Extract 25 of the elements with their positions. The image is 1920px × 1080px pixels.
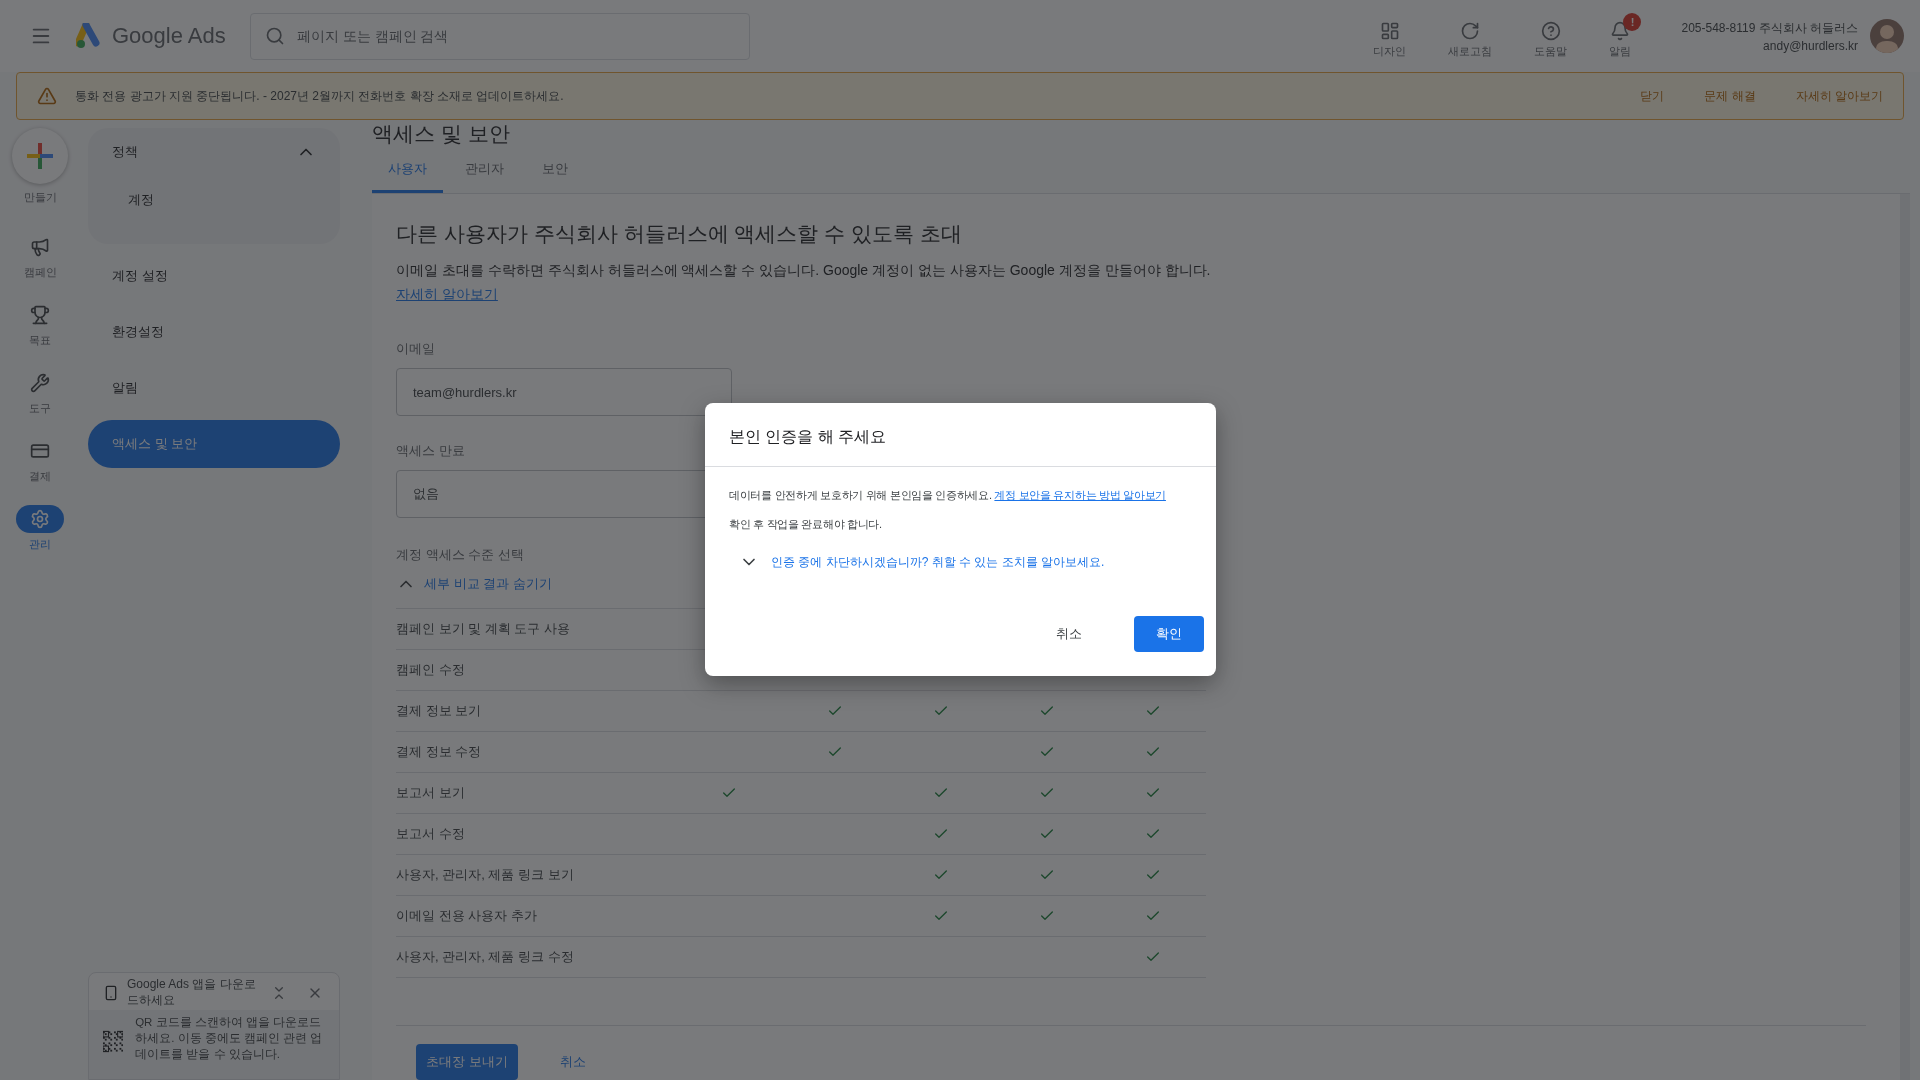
permission-label: 캠페인 보기 및 계획 도구 사용 (396, 620, 572, 638)
permission-label: 결제 정보 수정 (396, 743, 483, 761)
dialog-title: 본인 인증을 해 주세요 (705, 403, 1216, 467)
permission-label: 보고서 보기 (396, 784, 466, 802)
field-label: 이메일 (396, 340, 435, 358)
promo-title: Google Ads 앱을 다운로드하세요 (127, 977, 257, 1009)
permission-label: 사용자, 관리자, 제품 링크 보기 (396, 866, 575, 884)
section-heading: 다른 사용자가 주식회사 허들러스에 액세스할 수 있도록 초대 (396, 221, 963, 247)
account-name: 205-548-8119 주식회사 허들러스 (1681, 19, 1858, 37)
description: 이메일 초대를 수락하면 주식회사 허들러스에 액세스할 수 있습니다. Google 계정이 없는 사용자는 Google 계정을 만들어야 합니다. (396, 262, 1212, 280)
notification-badge: ! (1623, 13, 1642, 31)
dialog-note: 확인 후 작업을 완료해야 합니다. (729, 516, 883, 532)
field-label: 계정 액세스 수준 선택 (396, 546, 524, 564)
dialog-text: 데이터를 안전하게 보호하기 위해 본인임을 인증하세요. 계정 보안을 유지하는 방법 알아보기 (729, 488, 1167, 503)
page-title: 액세스 및 보안 (372, 121, 511, 147)
product-name: Google Ads (112, 23, 226, 49)
permission-label: 사용자, 관리자, 제품 링크 수정 (396, 948, 575, 966)
promo-text: QR 코드를 스캔하여 앱을 다운로드하세요. 이동 중에도 캠페인 관련 업데이트를 받을 수 있습니다. (135, 1015, 324, 1063)
permission-label: 결제 정보 보기 (396, 702, 483, 720)
account-email: andy@hurdlers.kr (1763, 38, 1858, 53)
permission-label: 캠페인 수정 (396, 661, 466, 679)
permission-label: 보고서 수정 (396, 825, 466, 843)
field-label: 액세스 만료 (396, 442, 465, 460)
alert-message: 통화 전용 광고가 지원 중단됩니다. - 2027년 2월까지 전화번호 확장 소재로 업데이트하세요. (75, 87, 564, 105)
permission-label: 이메일 전용 사용자 추가 (396, 907, 538, 925)
